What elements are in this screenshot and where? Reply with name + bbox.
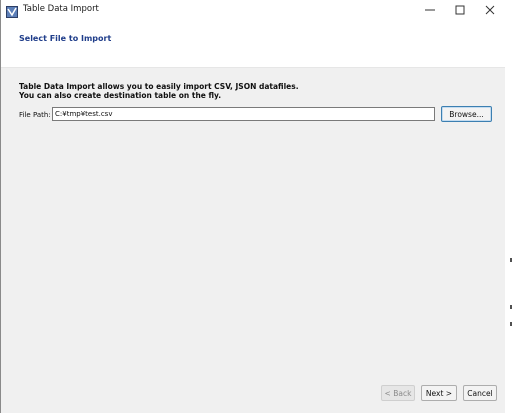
cancel-button[interactable]: Cancel — [463, 385, 497, 401]
maximize-icon — [455, 0, 465, 19]
step-title: Select File to Import — [19, 34, 112, 43]
maximize-button[interactable] — [445, 0, 475, 18]
title-bar[interactable]: Table Data Import — [1, 0, 505, 18]
next-button[interactable]: Next > — [421, 385, 457, 401]
back-button[interactable]: < Back — [381, 385, 415, 401]
file-path-label: File Path: — [19, 111, 51, 119]
file-path-input[interactable] — [52, 107, 435, 121]
close-button[interactable] — [475, 0, 505, 18]
close-icon — [485, 0, 495, 19]
minimize-button[interactable] — [415, 0, 445, 18]
background-edge — [505, 0, 512, 413]
wizard-header: Select File to Import — [1, 18, 505, 68]
browse-button[interactable]: Browse... — [441, 106, 492, 122]
description-line-2: You can also create destination table on… — [19, 91, 222, 100]
import-wizard-window: Table Data Import Select File to Import … — [0, 0, 505, 413]
minimize-icon — [425, 0, 435, 19]
window-title: Table Data Import — [23, 4, 99, 14]
table-import-icon — [6, 3, 18, 18]
description-line-1: Table Data Import allows you to easily i… — [19, 82, 299, 91]
